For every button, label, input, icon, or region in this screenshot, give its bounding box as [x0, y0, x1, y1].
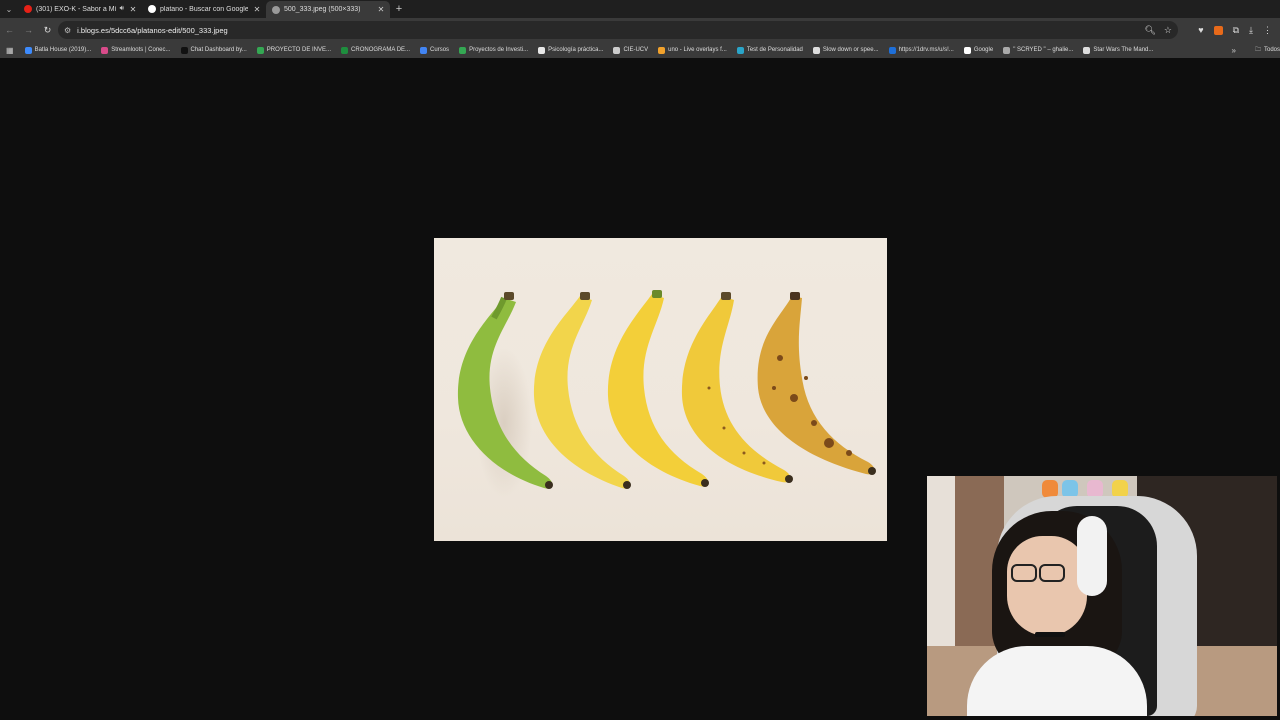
glasses-icon [1039, 564, 1065, 582]
bookmark-label: Streamloots | Conec... [111, 47, 171, 53]
globe-icon [272, 5, 280, 14]
tab-strip: ⌄ (301) EXO-K - Sabor a Mí (M...🔊︎✕plata… [0, 0, 1280, 18]
streamer-body [967, 646, 1147, 716]
bookmark-label: Chat Dashboard by... [190, 47, 247, 53]
bookmark-favicon-icon [812, 46, 820, 54]
bookmark-favicon-icon [1003, 46, 1011, 54]
google-icon [148, 5, 156, 13]
tab-title: (301) EXO-K - Sabor a Mí (M... [36, 5, 116, 13]
bookmark-favicon-icon [256, 46, 264, 54]
close-tab-icon[interactable]: ✕ [128, 5, 138, 14]
folder-icon: 🗀 [1254, 47, 1261, 53]
bookmark-label: PROYECTO DE INVE... [266, 47, 332, 53]
forward-button[interactable]: → [19, 25, 38, 35]
shield-icon[interactable]: ♥ [1198, 25, 1203, 35]
bookmark-label: Google [973, 47, 994, 53]
bookmark-star-icon[interactable]: ☆ [1164, 25, 1172, 36]
bookmark-item[interactable]: https://1drv.ms/u/s!... [884, 46, 959, 54]
webcam-overlay [927, 476, 1277, 716]
all-bookmarks-folder[interactable]: 🗀 Todos [1255, 42, 1280, 58]
bookmark-label: Psicología práctica... [548, 47, 604, 53]
headphones [1077, 516, 1107, 596]
bookmark-favicon-icon [613, 46, 621, 54]
bookmark-label: " SCRYED " – ghalie... [1013, 47, 1074, 53]
bookmark-label: uno - Live overlays f... [668, 47, 727, 53]
bookmark-label: Proyectos de Investi... [469, 47, 529, 53]
bookmark-label: CRONOGRAMA DE... [351, 47, 411, 53]
bookmark-favicon-icon [24, 46, 32, 54]
bananas-photo [457, 290, 876, 498]
close-tab-icon[interactable]: ✕ [252, 5, 262, 14]
more-bookmarks-icon[interactable]: » [1232, 42, 1236, 58]
bookmark-item[interactable]: Batla House (2019)... [20, 46, 97, 54]
menu-icon[interactable]: ⋮ [1263, 25, 1272, 36]
zoom-icon[interactable]: 🔍︎ [1144, 25, 1155, 36]
bookmark-item[interactable]: CRONOGRAMA DE... [336, 46, 415, 54]
bookmark-item[interactable]: " SCRYED " – ghalie... [998, 46, 1078, 54]
bookmark-item[interactable]: Slow down or spee... [808, 46, 884, 54]
tab-title: platano - Buscar con Google [160, 5, 248, 13]
bookmark-item[interactable]: Chat Dashboard by... [176, 46, 252, 54]
bookmark-label: CIE-UCV [623, 47, 649, 53]
bookmarks-bar: ▦ Batla House (2019)... Streamloots | Con… [0, 42, 1280, 58]
bookmark-label: https://1drv.ms/u/s!... [898, 47, 954, 53]
bookmark-item[interactable]: uno - Live overlays f... [653, 46, 732, 54]
reload-button[interactable]: ↻ [38, 25, 57, 36]
bookmark-item[interactable]: Test de Personalidad [732, 46, 808, 54]
url-text: i.blogs.es/5dcc6a/platanos-edit/500_333.… [77, 25, 228, 35]
tab-title: 500_333.jpeg (500×333) [284, 6, 361, 13]
back-button[interactable]: ← [0, 25, 19, 35]
apps-grid-icon[interactable]: ▦ [4, 46, 20, 55]
streamer-face [1007, 536, 1087, 636]
close-tab-icon[interactable]: ✕ [376, 5, 386, 14]
youtube-icon [24, 5, 32, 13]
tab-list: (301) EXO-K - Sabor a Mí (M...🔊︎✕platano… [18, 0, 390, 18]
bookmark-item[interactable]: Streamloots | Conec... [96, 46, 175, 54]
bookmark-label: Batla House (2019)... [34, 47, 92, 53]
download-icon[interactable]: ⤓ [1249, 25, 1253, 36]
image-viewer[interactable] [434, 238, 887, 541]
glasses-icon [1011, 564, 1037, 582]
bookmark-item[interactable]: Star Wars The Mand... [1078, 46, 1158, 54]
bookmark-item[interactable]: Psicología práctica... [533, 46, 608, 54]
bookmark-favicon-icon [341, 46, 349, 54]
tab-0[interactable]: (301) EXO-K - Sabor a Mí (M... 🔊︎ ✕ [18, 1, 142, 18]
banana-ripe [757, 292, 876, 475]
bookmark-favicon-icon [459, 46, 467, 54]
bookmark-label: Cursos [430, 47, 450, 53]
audio-icon[interactable]: 🔊︎ [120, 5, 124, 13]
bookmark-favicon-icon [888, 46, 896, 54]
new-tab-button[interactable]: + [390, 3, 408, 15]
browser-toolbar: ← → ↻ ⚙ i.blogs.es/5dcc6a/platanos-edit/… [0, 18, 1280, 42]
bookmark-item[interactable]: Proyectos de Investi... [454, 46, 533, 54]
bookmark-favicon-icon [963, 46, 971, 54]
bookmark-favicon-icon [736, 46, 744, 54]
bookmark-item[interactable]: CIE-UCV [608, 46, 653, 54]
bookmark-favicon-icon [180, 46, 188, 54]
bookmark-item[interactable]: PROYECTO DE INVE... [252, 46, 336, 54]
bookmark-favicon-icon [658, 46, 666, 54]
bookmark-item[interactable]: Google [959, 46, 998, 54]
bookmark-list: Batla House (2019)... Streamloots | Conec… [20, 46, 1159, 54]
tab-search-icon[interactable]: ⌄ [0, 0, 18, 18]
bookmark-favicon-icon [1083, 46, 1091, 54]
extension-icon[interactable] [1213, 25, 1223, 35]
bookmark-label: Slow down or spee... [822, 47, 879, 53]
tab-2[interactable]: 500_333.jpeg (500×333) ✕ [266, 1, 390, 18]
bookmark-favicon-icon [420, 46, 428, 54]
bookmark-item[interactable]: Cursos [415, 46, 454, 54]
bookmark-favicon-icon [538, 46, 546, 54]
choker [1035, 632, 1065, 637]
extensions-puzzle-icon[interactable]: ⧉ [1233, 25, 1239, 36]
address-bar[interactable]: ⚙ i.blogs.es/5dcc6a/platanos-edit/500_33… [58, 21, 1178, 39]
site-info-icon[interactable]: ⚙ [64, 26, 71, 35]
bookmark-label: Test de Personalidad [746, 47, 803, 53]
bookmark-label: Star Wars The Mand... [1093, 47, 1154, 53]
tab-1[interactable]: platano - Buscar con Google ✕ [142, 1, 266, 18]
all-bookmarks-label: Todos [1263, 47, 1280, 53]
bookmark-favicon-icon [101, 46, 109, 54]
